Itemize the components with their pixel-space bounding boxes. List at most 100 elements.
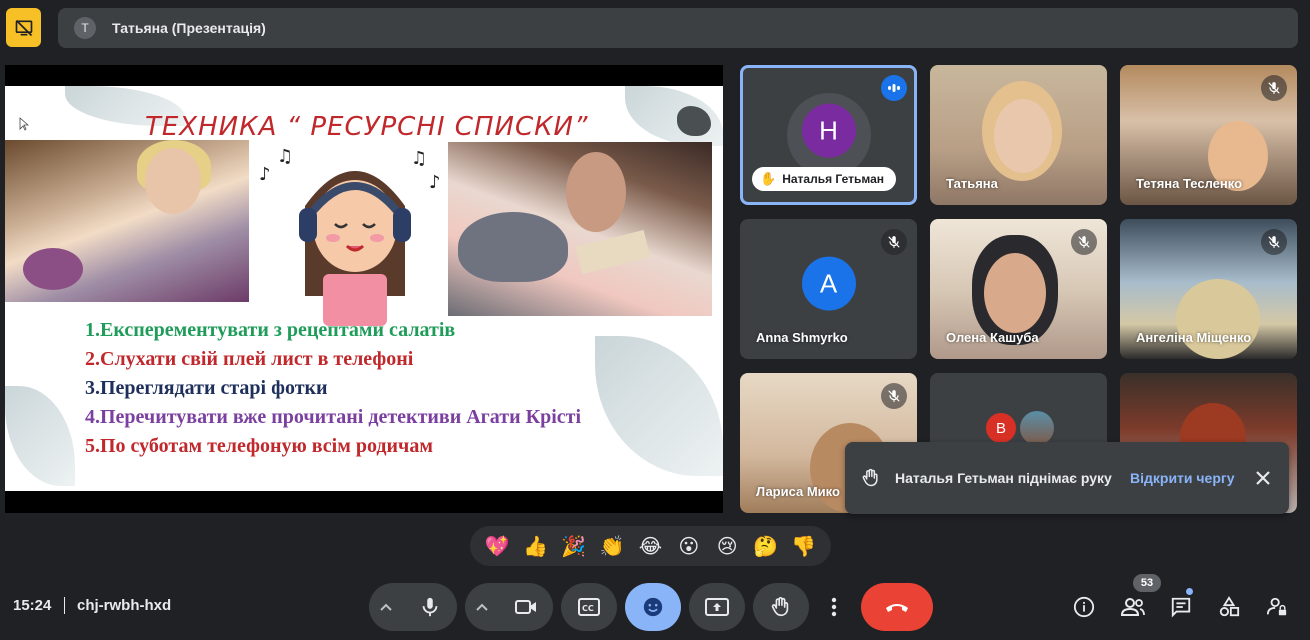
chevron-up-icon (476, 603, 488, 611)
participant-name: Татьяна (946, 176, 998, 191)
decorative-leaf (595, 336, 723, 476)
reaction-sad[interactable]: 😢 (711, 534, 743, 558)
participant-name: Олена Кашуба (946, 330, 1039, 345)
reaction-thinking[interactable]: 🤔 (749, 534, 781, 558)
mouse-cursor-icon (19, 117, 29, 131)
slide-list-item: 4.Перечитувати вже прочитані детективи А… (85, 406, 582, 428)
slide-list: 1.Експерементувати з рецептами салатів 2… (85, 316, 581, 461)
participant-name: Anna Shmyrko (756, 330, 848, 345)
slide-title: ТЕХНИКА “ РЕСУРСНІ СПИСКИ” (145, 112, 589, 142)
chat-button[interactable] (1164, 590, 1198, 624)
presentation-banner: T Татьяна (Презентація) (58, 8, 1298, 48)
leave-call-button[interactable] (861, 583, 933, 631)
hand-raised-icon: ✋ (760, 171, 777, 186)
more-options-button[interactable] (820, 583, 848, 631)
reaction-heart[interactable]: 💖 (481, 534, 513, 558)
reaction-laugh[interactable]: 😂 (634, 534, 666, 558)
present-to-all-icon (705, 598, 729, 616)
participant-tile[interactable]: Ангеліна Міщенко (1120, 219, 1297, 359)
lock-person-icon (1266, 597, 1287, 616)
reactions-bar: 💖 👍 🎉 👏 😂 😮 😢 🤔 👎 (470, 526, 831, 566)
svg-text:CC: CC (582, 604, 594, 613)
reaction-thumbs-down[interactable]: 👎 (788, 534, 820, 558)
video-options-button[interactable] (465, 583, 499, 631)
slide-list-item: 5.По суботам телефоную всім родичам (85, 435, 433, 457)
participant-tile[interactable]: Олена Кашуба (930, 219, 1107, 359)
closed-captions-icon: CC (578, 598, 600, 616)
camera-button[interactable] (499, 583, 553, 631)
videocam-icon (515, 600, 536, 614)
reaction-surprised[interactable]: 😮 (673, 534, 705, 558)
presenter-avatar: T (74, 17, 96, 39)
meeting-details-button[interactable] (1067, 590, 1101, 624)
hand-icon (862, 468, 878, 487)
people-icon (1121, 598, 1145, 616)
reaction-party[interactable]: 🎉 (558, 534, 590, 558)
participant-tile[interactable]: Тетяна Тесленко (1120, 65, 1297, 205)
presentation-view: ТЕХНИКА “ РЕСУРСНІ СПИСКИ” ♪ ♫ ♫ ♪ 1.Екс… (5, 65, 723, 513)
meeting-code: chj-rwbh-hxd (77, 597, 172, 614)
avatar (1020, 411, 1054, 445)
close-icon[interactable] (1251, 466, 1275, 490)
stop-presenting-button[interactable] (6, 8, 41, 47)
participant-video (1176, 279, 1260, 359)
info-icon (1073, 596, 1095, 618)
music-note-icon: ♪ (429, 172, 441, 193)
mic-off-icon (881, 383, 907, 409)
avatar: A (801, 256, 856, 311)
unread-indicator (1186, 588, 1193, 595)
hand-icon (771, 597, 789, 617)
participant-tile[interactable]: A Anna Shmyrko (740, 219, 917, 359)
music-note-icon: ♫ (411, 148, 428, 169)
participant-tile[interactable]: Н ✋ Наталья Гетьман (740, 65, 917, 205)
reaction-clap[interactable]: 👏 (596, 534, 628, 558)
slide: ТЕХНИКА “ РЕСУРСНІ СПИСКИ” ♪ ♫ ♫ ♪ 1.Екс… (5, 86, 723, 491)
mic-off-icon (881, 229, 907, 255)
mic-control-group (369, 583, 457, 631)
activities-button[interactable] (1212, 590, 1246, 624)
audio-options-button[interactable] (369, 583, 403, 631)
participant-name: Тетяна Тесленко (1136, 176, 1243, 191)
host-controls-button[interactable] (1260, 590, 1294, 624)
slide-list-item: 1.Експерементувати з рецептами салатів (85, 319, 456, 341)
call-end-icon (886, 604, 908, 612)
captions-button[interactable]: CC (561, 583, 617, 631)
present-now-button[interactable] (689, 583, 745, 631)
emoji-icon (643, 597, 663, 617)
more-vert-icon (831, 597, 837, 617)
participant-name: Ангеліна Міщенко (1136, 330, 1252, 345)
people-button[interactable] (1116, 590, 1150, 624)
participant-tile[interactable]: Татьяна (930, 65, 1107, 205)
mic-off-icon (1261, 75, 1287, 101)
participant-face (984, 253, 1046, 333)
camera-control-group (465, 583, 553, 631)
chevron-up-icon (380, 603, 392, 611)
speaking-indicator-icon (881, 75, 907, 101)
chat-icon (1171, 597, 1191, 618)
reaction-thumbs-up[interactable]: 👍 (519, 534, 551, 558)
raise-hand-button[interactable] (753, 583, 809, 631)
presenter-label: Татьяна (Презентація) (112, 20, 266, 36)
slide-list-item: 2.Слухати свій плей лист в телефоні (85, 348, 414, 370)
mic-icon (422, 597, 438, 617)
cartoon-girl-headphones (299, 171, 411, 326)
music-note-icon: ♪ (259, 164, 271, 185)
participant-name: Наталья Гетьман (782, 172, 885, 186)
meeting-time: 15:24 (13, 597, 52, 614)
hand-raised-notification: Наталья Гетьман піднімає руку Відкрити ч… (845, 442, 1289, 514)
name-badge: ✋ Наталья Гетьман (752, 167, 897, 191)
notification-message: Наталья Гетьман піднімає руку (895, 470, 1112, 486)
avatar: Н (801, 103, 856, 158)
microphone-button[interactable] (403, 583, 457, 631)
avatar: B (986, 413, 1016, 443)
mic-off-icon (1071, 229, 1097, 255)
book (575, 229, 651, 275)
photo-reading-woman-with-cat (448, 142, 712, 316)
open-queue-link[interactable]: Відкрити чергу (1130, 470, 1235, 486)
participant-face (994, 99, 1052, 173)
divider (64, 597, 65, 614)
participant-name: Лариса Мико (756, 484, 840, 499)
reactions-button[interactable] (625, 583, 681, 631)
shapes-icon (1219, 596, 1240, 617)
decorative-leaf (5, 386, 75, 486)
